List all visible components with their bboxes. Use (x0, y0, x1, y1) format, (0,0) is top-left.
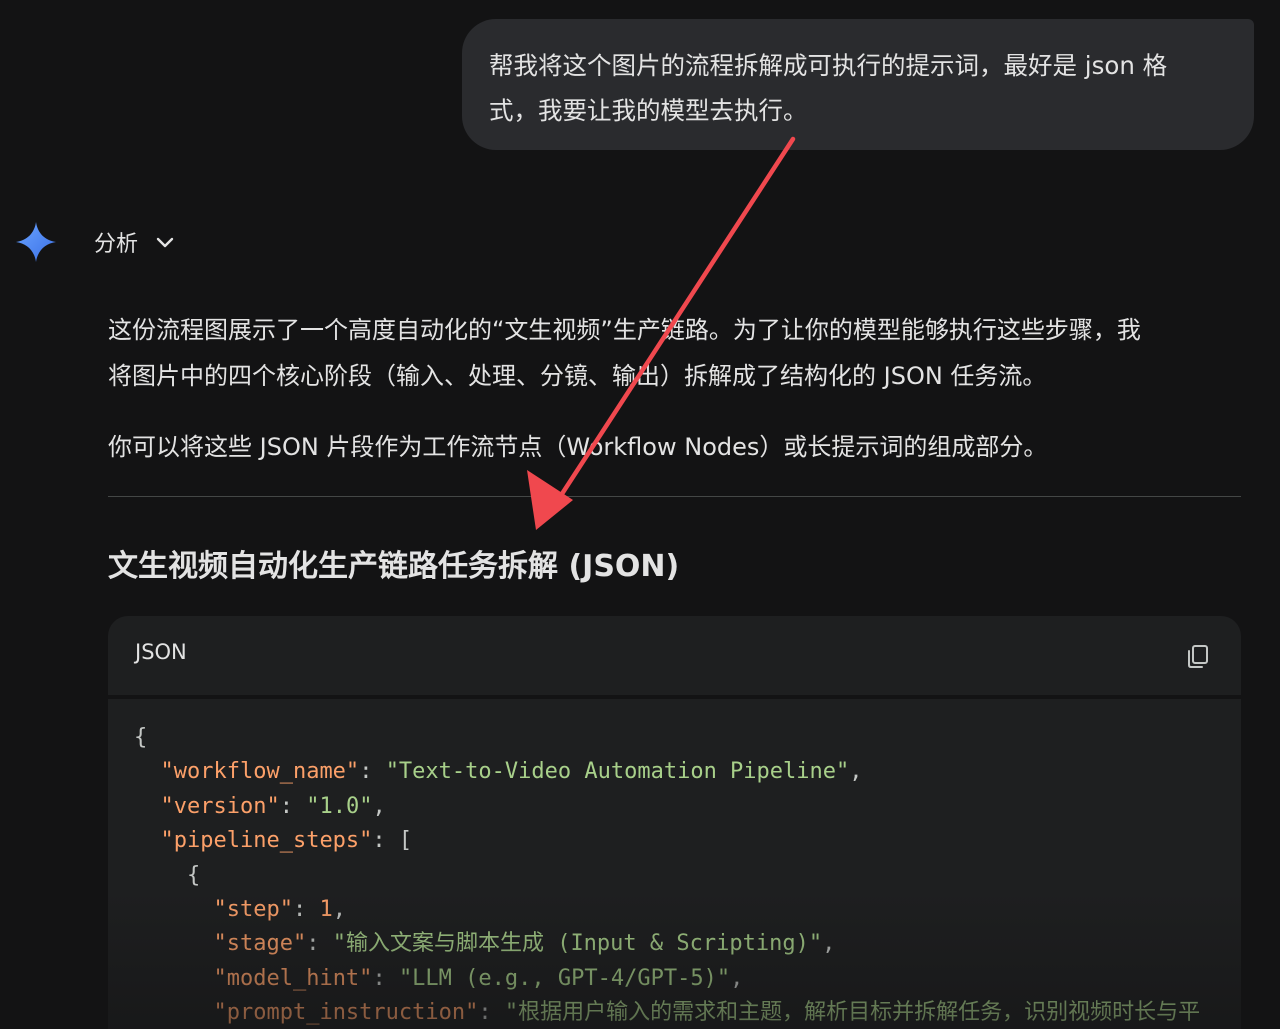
copy-icon[interactable] (1185, 643, 1211, 669)
gemini-sparkle-icon (16, 222, 56, 262)
code-token: { (134, 725, 148, 750)
code-token: [ (398, 828, 413, 854)
json-key: "prompt_instruction" (213, 1000, 479, 1026)
json-string: "Text-to-Video Automation Pipeline" (385, 759, 850, 785)
json-key: "version" (160, 793, 280, 819)
answer-paragraph-usage: 你可以将这些 JSON 片段作为工作流节点（Workflow Nodes）或长提… (108, 433, 1048, 461)
answer-line: 将图片中的四个核心阶段（输入、处理、分镜、输出）拆解成了结构化的 JSON 任务… (108, 362, 1047, 390)
chevron-down-icon (156, 237, 174, 248)
json-string: "1.0" (306, 793, 373, 819)
answer-paragraph-intro: 这份流程图展示了一个高度自动化的“文生视频”生产链路。为了让你的模型能够执行这些… (108, 307, 1248, 399)
json-string: "根据用户输入的需求和主题，解析目标并拆解任务，识别视频时长与平 (504, 1000, 1201, 1026)
json-string: "输入文案与脚本生成 (Input & Scripting)" (332, 931, 823, 957)
code-content: { "workflow_name": "Text-to-Video Automa… (134, 725, 1201, 1026)
code-token: { (186, 862, 201, 888)
chat-page: 帮我将这个图片的流程拆解成可执行的提示词，最好是 json 格 式，我要让我的模… (0, 0, 1280, 1029)
analysis-toggle-button[interactable]: 分析 (94, 222, 176, 262)
code-block-body: { "workflow_name": "Text-to-Video Automa… (108, 699, 1241, 1029)
analysis-label: 分析 (94, 232, 139, 257)
json-number: 1 (319, 897, 333, 923)
json-string: "LLM (e.g., GPT-4/GPT-5)" (398, 965, 731, 991)
json-key: "model_hint" (213, 965, 373, 991)
section-title: 文生视频自动化生产链路任务拆解 (JSON) (108, 549, 680, 584)
json-key: "workflow_name" (160, 759, 360, 785)
answer-line: 这份流程图展示了一个高度自动化的“文生视频”生产链路。为了让你的模型能够执行这些… (108, 316, 1141, 344)
code-language-label: JSON (135, 640, 187, 664)
user-message-line: 帮我将这个图片的流程拆解成可执行的提示词，最好是 json 格 (489, 51, 1168, 80)
user-message-line: 式，我要让我的模型去执行。 (489, 96, 808, 125)
section-divider (108, 496, 1241, 497)
json-key: "step" (213, 897, 293, 923)
json-key: "pipeline_steps" (160, 828, 373, 854)
code-block-header: JSON (108, 616, 1241, 695)
user-message-bubble: 帮我将这个图片的流程拆解成可执行的提示词，最好是 json 格 式，我要让我的模… (462, 19, 1254, 150)
json-key: "stage" (213, 931, 307, 957)
